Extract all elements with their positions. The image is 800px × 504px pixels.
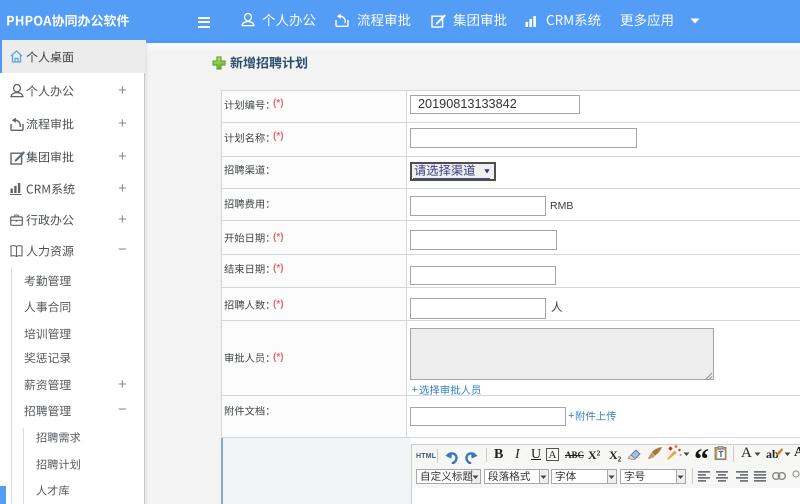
svg-text:T: T — [719, 450, 724, 459]
